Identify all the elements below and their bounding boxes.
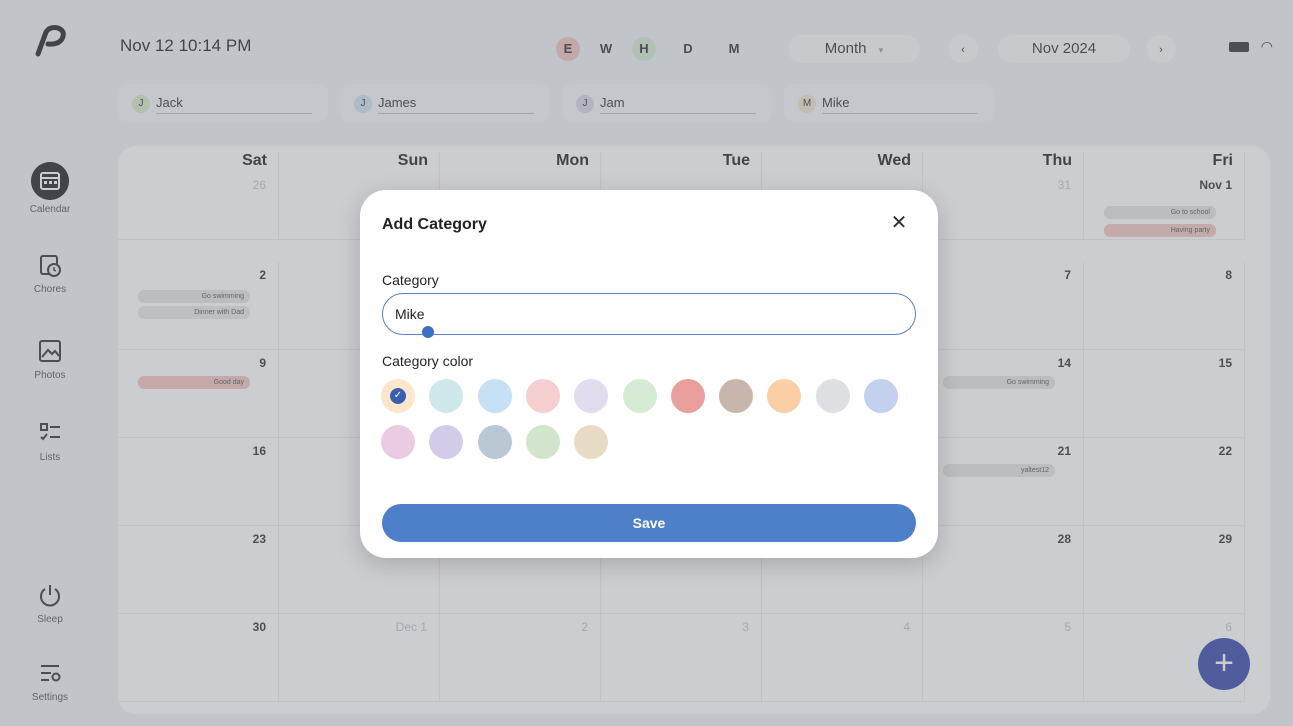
color-swatch[interactable]: [864, 379, 898, 413]
category-color-label: Category color: [382, 353, 474, 369]
color-swatch[interactable]: [477, 425, 512, 459]
save-button[interactable]: Save: [382, 504, 916, 542]
color-swatch[interactable]: [622, 379, 657, 413]
dialog-title: Add Category: [382, 216, 487, 233]
color-swatch[interactable]: [429, 379, 464, 413]
close-icon: ✕: [890, 212, 908, 234]
add-category-dialog: Add Category ✕ Category Category color ✓…: [360, 190, 938, 558]
color-swatch[interactable]: [525, 379, 560, 413]
check-icon: ✓: [390, 388, 406, 404]
color-swatch[interactable]: [574, 425, 609, 459]
color-swatch[interactable]: [477, 379, 512, 413]
color-swatch[interactable]: [429, 425, 464, 459]
color-swatch[interactable]: [574, 379, 609, 413]
category-label: Category: [382, 272, 439, 288]
color-swatch[interactable]: [719, 379, 754, 413]
color-swatch[interactable]: [670, 379, 705, 413]
color-swatch[interactable]: ✓: [381, 379, 415, 413]
color-swatch[interactable]: [525, 425, 560, 459]
text-cursor-handle[interactable]: [422, 326, 434, 338]
color-swatch[interactable]: [815, 379, 850, 413]
category-input[interactable]: [382, 293, 916, 335]
color-swatch[interactable]: [381, 425, 415, 459]
color-swatch[interactable]: [767, 379, 802, 413]
close-button[interactable]: ✕: [886, 210, 912, 236]
